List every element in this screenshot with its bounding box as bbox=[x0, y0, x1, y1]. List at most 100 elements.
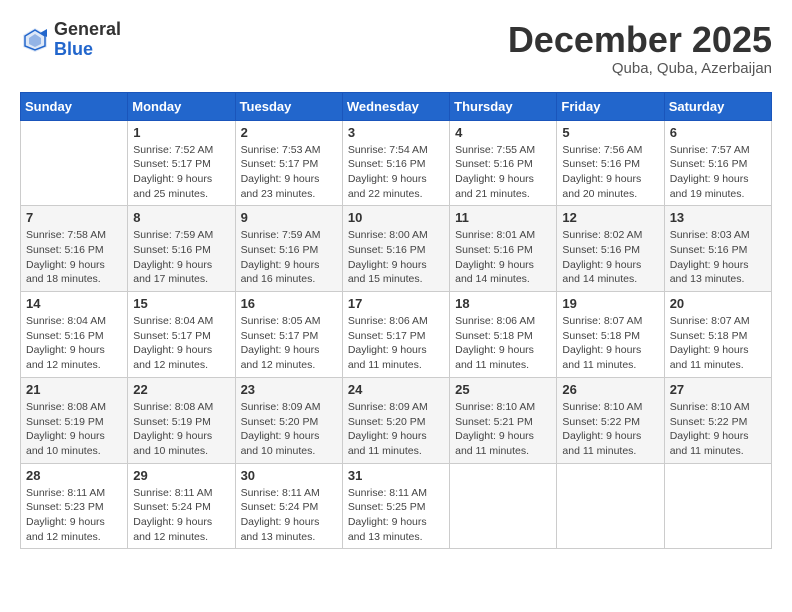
day-number: 22 bbox=[133, 382, 229, 397]
day-info: Sunrise: 7:53 AM Sunset: 5:17 PM Dayligh… bbox=[241, 143, 337, 202]
day-info: Sunrise: 8:09 AM Sunset: 5:20 PM Dayligh… bbox=[348, 400, 444, 459]
column-header-sunday: Sunday bbox=[21, 92, 128, 120]
calendar-cell: 6Sunrise: 7:57 AM Sunset: 5:16 PM Daylig… bbox=[664, 120, 771, 206]
title-section: December 2025 Quba, Quba, Azerbaijan bbox=[508, 20, 772, 77]
column-header-thursday: Thursday bbox=[450, 92, 557, 120]
day-info: Sunrise: 8:03 AM Sunset: 5:16 PM Dayligh… bbox=[670, 228, 766, 287]
day-info: Sunrise: 8:11 AM Sunset: 5:24 PM Dayligh… bbox=[241, 486, 337, 545]
calendar-cell: 14Sunrise: 8:04 AM Sunset: 5:16 PM Dayli… bbox=[21, 292, 128, 378]
column-header-wednesday: Wednesday bbox=[342, 92, 449, 120]
day-info: Sunrise: 7:58 AM Sunset: 5:16 PM Dayligh… bbox=[26, 228, 122, 287]
calendar-cell bbox=[664, 463, 771, 549]
column-header-tuesday: Tuesday bbox=[235, 92, 342, 120]
day-number: 7 bbox=[26, 210, 122, 225]
day-info: Sunrise: 8:08 AM Sunset: 5:19 PM Dayligh… bbox=[133, 400, 229, 459]
day-number: 8 bbox=[133, 210, 229, 225]
calendar-week-3: 14Sunrise: 8:04 AM Sunset: 5:16 PM Dayli… bbox=[21, 292, 772, 378]
calendar-cell: 12 Sunrise: 8:02 AM Sunset: 5:16 PM Dayli… bbox=[557, 206, 664, 292]
day-info: Sunrise: 7:56 AM Sunset: 5:16 PM Dayligh… bbox=[562, 143, 658, 202]
day-number: 23 bbox=[241, 382, 337, 397]
calendar-cell: 20 Sunrise: 8:07 AM Sunset: 5:18 PM Dayli… bbox=[664, 292, 771, 378]
day-number: 10 bbox=[348, 210, 444, 225]
logo: General Blue bbox=[20, 20, 121, 60]
day-number: 17 bbox=[348, 296, 444, 311]
calendar-cell: 31Sunrise: 8:11 AM Sunset: 5:25 PM Dayli… bbox=[342, 463, 449, 549]
day-info: Sunrise: 7:54 AM Sunset: 5:16 PM Dayligh… bbox=[348, 143, 444, 202]
calendar-week-2: 7 Sunrise: 7:58 AM Sunset: 5:16 PM Daylig… bbox=[21, 206, 772, 292]
day-info: Sunrise: 8:07 AM Sunset: 5:18 PM Dayligh… bbox=[670, 314, 766, 373]
calendar-cell: 27 Sunrise: 8:10 AM Sunset: 5:22 PM Dayli… bbox=[664, 377, 771, 463]
day-info: Sunrise: 8:11 AM Sunset: 5:24 PM Dayligh… bbox=[133, 486, 229, 545]
day-number: 28 bbox=[26, 468, 122, 483]
calendar-cell: 19Sunrise: 8:07 AM Sunset: 5:18 PM Dayli… bbox=[557, 292, 664, 378]
day-info: Sunrise: 8:11 AM Sunset: 5:23 PM Dayligh… bbox=[26, 486, 122, 545]
calendar-cell: 18 Sunrise: 8:06 AM Sunset: 5:18 PM Dayli… bbox=[450, 292, 557, 378]
day-info: Sunrise: 7:59 AM Sunset: 5:16 PM Dayligh… bbox=[241, 228, 337, 287]
day-number: 29 bbox=[133, 468, 229, 483]
day-number: 19 bbox=[562, 296, 658, 311]
day-number: 18 bbox=[455, 296, 551, 311]
day-number: 25 bbox=[455, 382, 551, 397]
day-number: 9 bbox=[241, 210, 337, 225]
calendar-cell bbox=[557, 463, 664, 549]
day-number: 15 bbox=[133, 296, 229, 311]
logo-general-text: General bbox=[54, 20, 121, 40]
day-number: 5 bbox=[562, 125, 658, 140]
day-info: Sunrise: 8:04 AM Sunset: 5:16 PM Dayligh… bbox=[26, 314, 122, 373]
day-info: Sunrise: 7:55 AM Sunset: 5:16 PM Dayligh… bbox=[455, 143, 551, 202]
day-info: Sunrise: 8:06 AM Sunset: 5:17 PM Dayligh… bbox=[348, 314, 444, 373]
column-header-saturday: Saturday bbox=[664, 92, 771, 120]
day-number: 16 bbox=[241, 296, 337, 311]
day-number: 30 bbox=[241, 468, 337, 483]
day-number: 4 bbox=[455, 125, 551, 140]
day-info: Sunrise: 8:10 AM Sunset: 5:22 PM Dayligh… bbox=[670, 400, 766, 459]
day-info: Sunrise: 8:09 AM Sunset: 5:20 PM Dayligh… bbox=[241, 400, 337, 459]
calendar-cell: 13 Sunrise: 8:03 AM Sunset: 5:16 PM Dayli… bbox=[664, 206, 771, 292]
calendar-cell: 4 Sunrise: 7:55 AM Sunset: 5:16 PM Daylig… bbox=[450, 120, 557, 206]
calendar-cell: 5 Sunrise: 7:56 AM Sunset: 5:16 PM Daylig… bbox=[557, 120, 664, 206]
day-number: 20 bbox=[670, 296, 766, 311]
calendar-cell: 28 Sunrise: 8:11 AM Sunset: 5:23 PM Dayli… bbox=[21, 463, 128, 549]
day-number: 31 bbox=[348, 468, 444, 483]
calendar-cell: 11Sunrise: 8:01 AM Sunset: 5:16 PM Dayli… bbox=[450, 206, 557, 292]
calendar-cell: 2 Sunrise: 7:53 AM Sunset: 5:17 PM Daylig… bbox=[235, 120, 342, 206]
day-number: 2 bbox=[241, 125, 337, 140]
logo-blue-text: Blue bbox=[54, 40, 121, 60]
day-info: Sunrise: 8:08 AM Sunset: 5:19 PM Dayligh… bbox=[26, 400, 122, 459]
day-number: 11 bbox=[455, 210, 551, 225]
day-number: 24 bbox=[348, 382, 444, 397]
day-info: Sunrise: 7:57 AM Sunset: 5:16 PM Dayligh… bbox=[670, 143, 766, 202]
calendar-cell: 29 Sunrise: 8:11 AM Sunset: 5:24 PM Dayli… bbox=[128, 463, 235, 549]
logo-icon bbox=[20, 25, 50, 55]
calendar-cell: 8Sunrise: 7:59 AM Sunset: 5:16 PM Daylig… bbox=[128, 206, 235, 292]
calendar-cell: 15 Sunrise: 8:04 AM Sunset: 5:17 PM Dayli… bbox=[128, 292, 235, 378]
calendar-table: SundayMondayTuesdayWednesdayThursdayFrid… bbox=[20, 92, 772, 550]
day-info: Sunrise: 8:04 AM Sunset: 5:17 PM Dayligh… bbox=[133, 314, 229, 373]
day-number: 12 bbox=[562, 210, 658, 225]
calendar-cell: 3Sunrise: 7:54 AM Sunset: 5:16 PM Daylig… bbox=[342, 120, 449, 206]
day-info: Sunrise: 8:05 AM Sunset: 5:17 PM Dayligh… bbox=[241, 314, 337, 373]
day-number: 1 bbox=[133, 125, 229, 140]
calendar-cell: 10Sunrise: 8:00 AM Sunset: 5:16 PM Dayli… bbox=[342, 206, 449, 292]
day-number: 13 bbox=[670, 210, 766, 225]
calendar-header-row: SundayMondayTuesdayWednesdayThursdayFrid… bbox=[21, 92, 772, 120]
day-info: Sunrise: 8:02 AM Sunset: 5:16 PM Dayligh… bbox=[562, 228, 658, 287]
calendar-cell: 21 Sunrise: 8:08 AM Sunset: 5:19 PM Dayli… bbox=[21, 377, 128, 463]
calendar-cell: 30 Sunrise: 8:11 AM Sunset: 5:24 PM Dayli… bbox=[235, 463, 342, 549]
calendar-cell: 24 Sunrise: 8:09 AM Sunset: 5:20 PM Dayli… bbox=[342, 377, 449, 463]
calendar-cell: 22 Sunrise: 8:08 AM Sunset: 5:19 PM Dayli… bbox=[128, 377, 235, 463]
calendar-cell: 26Sunrise: 8:10 AM Sunset: 5:22 PM Dayli… bbox=[557, 377, 664, 463]
day-number: 21 bbox=[26, 382, 122, 397]
day-info: Sunrise: 8:10 AM Sunset: 5:21 PM Dayligh… bbox=[455, 400, 551, 459]
page-header: General Blue December 2025 Quba, Quba, A… bbox=[20, 20, 772, 77]
day-info: Sunrise: 8:10 AM Sunset: 5:22 PM Dayligh… bbox=[562, 400, 658, 459]
calendar-week-1: 1 Sunrise: 7:52 AM Sunset: 5:17 PM Daylig… bbox=[21, 120, 772, 206]
calendar-cell: 17 Sunrise: 8:06 AM Sunset: 5:17 PM Dayli… bbox=[342, 292, 449, 378]
calendar-cell: 1 Sunrise: 7:52 AM Sunset: 5:17 PM Daylig… bbox=[128, 120, 235, 206]
day-number: 27 bbox=[670, 382, 766, 397]
day-info: Sunrise: 7:52 AM Sunset: 5:17 PM Dayligh… bbox=[133, 143, 229, 202]
day-info: Sunrise: 8:06 AM Sunset: 5:18 PM Dayligh… bbox=[455, 314, 551, 373]
location: Quba, Quba, Azerbaijan bbox=[508, 60, 772, 77]
calendar-cell: 25 Sunrise: 8:10 AM Sunset: 5:21 PM Dayli… bbox=[450, 377, 557, 463]
calendar-cell: 16 Sunrise: 8:05 AM Sunset: 5:17 PM Dayli… bbox=[235, 292, 342, 378]
